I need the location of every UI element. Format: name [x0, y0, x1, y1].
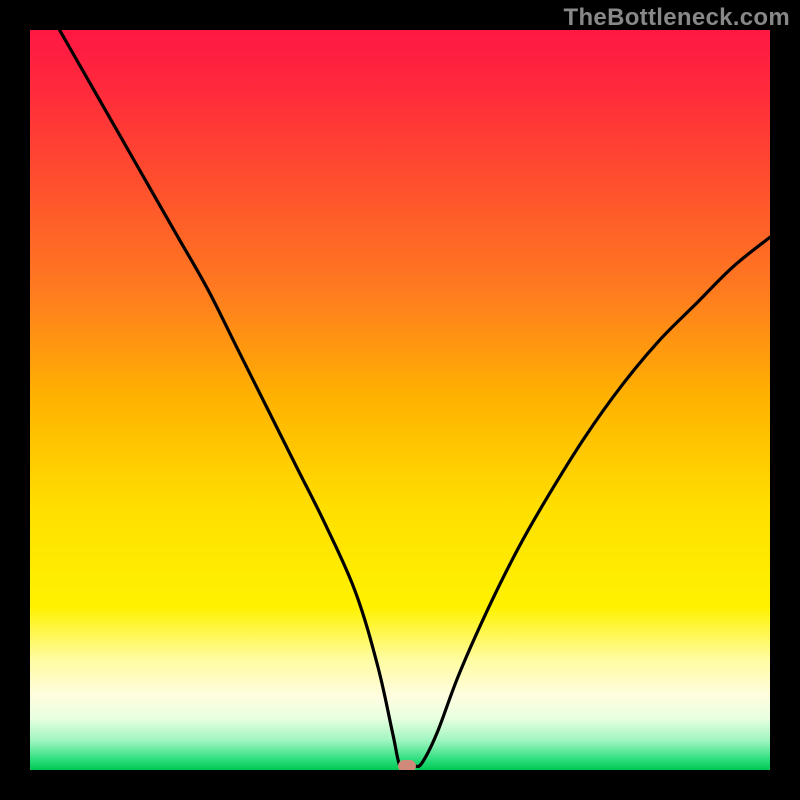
optimum-marker: [398, 760, 416, 770]
plot-area: [30, 30, 770, 770]
chart-container: TheBottleneck.com: [0, 0, 800, 800]
watermark-text: TheBottleneck.com: [564, 4, 790, 32]
bottleneck-curve: [30, 30, 770, 770]
